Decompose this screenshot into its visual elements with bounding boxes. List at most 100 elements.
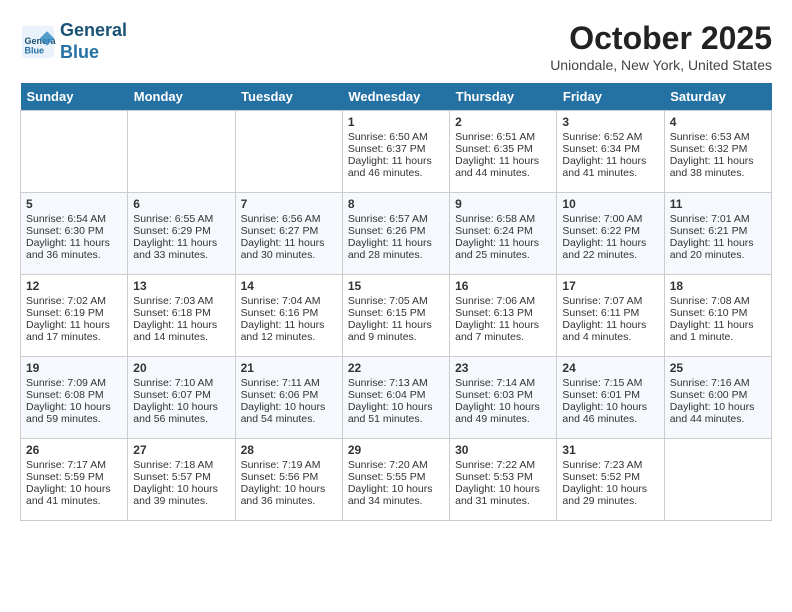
calendar-cell — [235, 111, 342, 193]
calendar-cell: 11 Sunrise: 7:01 AMSunset: 6:21 PMDayligh… — [664, 193, 771, 275]
day-number: 18 — [670, 279, 766, 293]
day-header-sunday: Sunday — [21, 83, 128, 111]
day-info: Sunrise: 7:07 AMSunset: 6:11 PMDaylight:… — [562, 295, 658, 343]
day-number: 29 — [348, 443, 444, 457]
calendar-cell: 15Sunrise: 7:05 AMSunset: 6:15 PMDayligh… — [342, 275, 449, 357]
day-info: Sunrise: 7:14 AMSunset: 6:03 PMDaylight:… — [455, 377, 551, 425]
calendar-cell — [21, 111, 128, 193]
day-number: 16 — [455, 279, 551, 293]
calendar-cell: 27Sunrise: 7:18 AMSunset: 5:57 PMDayligh… — [128, 439, 235, 521]
day-info: Sunrise: 6:55 AMSunset: 6:29 PMDaylight:… — [133, 213, 229, 261]
week-row-2: 5 Sunrise: 6:54 AMSunset: 6:30 PMDaylight… — [21, 193, 772, 275]
day-number: 3 — [562, 115, 658, 129]
day-number: 31 — [562, 443, 658, 457]
calendar-cell: 31 Sunrise: 7:23 AMSunset: 5:52 PMDayligh… — [557, 439, 664, 521]
day-info: Sunrise: 7:19 AMSunset: 5:56 PMDaylight:… — [241, 459, 337, 507]
day-number: 14 — [241, 279, 337, 293]
day-number: 7 — [241, 197, 337, 211]
calendar-cell: 18Sunrise: 7:08 AMSunset: 6:10 PMDayligh… — [664, 275, 771, 357]
day-number: 23 — [455, 361, 551, 375]
calendar-cell: 10 Sunrise: 7:00 AMSunset: 6:22 PMDayligh… — [557, 193, 664, 275]
day-number: 27 — [133, 443, 229, 457]
calendar-cell: 25 Sunrise: 7:16 AMSunset: 6:00 PMDayligh… — [664, 357, 771, 439]
day-number: 19 — [26, 361, 122, 375]
day-info: Sunrise: 6:54 AMSunset: 6:30 PMDaylight:… — [26, 213, 122, 261]
calendar-cell: 5 Sunrise: 6:54 AMSunset: 6:30 PMDaylight… — [21, 193, 128, 275]
day-number: 24 — [562, 361, 658, 375]
week-row-4: 19Sunrise: 7:09 AMSunset: 6:08 PMDayligh… — [21, 357, 772, 439]
calendar-cell: 9 Sunrise: 6:58 AMSunset: 6:24 PMDaylight… — [450, 193, 557, 275]
calendar-cell: 26Sunrise: 7:17 AMSunset: 5:59 PMDayligh… — [21, 439, 128, 521]
week-row-5: 26Sunrise: 7:17 AMSunset: 5:59 PMDayligh… — [21, 439, 772, 521]
calendar-cell — [664, 439, 771, 521]
day-number: 8 — [348, 197, 444, 211]
location: Uniondale, New York, United States — [550, 57, 772, 73]
calendar-cell: 1 Sunrise: 6:50 AMSunset: 6:37 PMDaylight… — [342, 111, 449, 193]
day-info: Sunrise: 6:56 AMSunset: 6:27 PMDaylight:… — [241, 213, 337, 261]
calendar-cell: 8 Sunrise: 6:57 AMSunset: 6:26 PMDaylight… — [342, 193, 449, 275]
day-info: Sunrise: 6:58 AMSunset: 6:24 PMDaylight:… — [455, 213, 551, 261]
calendar-cell: 23 Sunrise: 7:14 AMSunset: 6:03 PMDayligh… — [450, 357, 557, 439]
day-info: Sunrise: 7:04 AMSunset: 6:16 PMDaylight:… — [241, 295, 337, 343]
day-info: Sunrise: 7:10 AMSunset: 6:07 PMDaylight:… — [133, 377, 229, 425]
calendar-cell: 29 Sunrise: 7:20 AMSunset: 5:55 PMDayligh… — [342, 439, 449, 521]
calendar-cell: 30 Sunrise: 7:22 AMSunset: 5:53 PMDayligh… — [450, 439, 557, 521]
day-number: 1 — [348, 115, 444, 129]
day-info: Sunrise: 7:00 AMSunset: 6:22 PMDaylight:… — [562, 213, 658, 261]
day-number: 25 — [670, 361, 766, 375]
logo: General Blue General Blue — [20, 20, 127, 63]
day-info: Sunrise: 7:06 AMSunset: 6:13 PMDaylight:… — [455, 295, 551, 343]
day-info: Sunrise: 6:57 AMSunset: 6:26 PMDaylight:… — [348, 213, 444, 261]
title-area: October 2025 Uniondale, New York, United… — [550, 20, 772, 73]
days-header-row: SundayMondayTuesdayWednesdayThursdayFrid… — [21, 83, 772, 111]
calendar-cell: 13Sunrise: 7:03 AMSunset: 6:18 PMDayligh… — [128, 275, 235, 357]
week-row-1: 1 Sunrise: 6:50 AMSunset: 6:37 PMDaylight… — [21, 111, 772, 193]
week-row-3: 12Sunrise: 7:02 AMSunset: 6:19 PMDayligh… — [21, 275, 772, 357]
day-number: 5 — [26, 197, 122, 211]
day-number: 9 — [455, 197, 551, 211]
day-number: 28 — [241, 443, 337, 457]
calendar-cell — [128, 111, 235, 193]
day-number: 4 — [670, 115, 766, 129]
logo-text-line1: General — [60, 20, 127, 42]
calendar-cell: 21 Sunrise: 7:11 AMSunset: 6:06 PMDayligh… — [235, 357, 342, 439]
calendar-cell: 6Sunrise: 6:55 AMSunset: 6:29 PMDaylight… — [128, 193, 235, 275]
day-header-saturday: Saturday — [664, 83, 771, 111]
calendar-cell: 24 Sunrise: 7:15 AMSunset: 6:01 PMDayligh… — [557, 357, 664, 439]
day-number: 21 — [241, 361, 337, 375]
day-info: Sunrise: 7:11 AMSunset: 6:06 PMDaylight:… — [241, 377, 337, 425]
day-info: Sunrise: 6:53 AMSunset: 6:32 PMDaylight:… — [670, 131, 766, 179]
calendar-cell: 22Sunrise: 7:13 AMSunset: 6:04 PMDayligh… — [342, 357, 449, 439]
calendar-cell: 14 Sunrise: 7:04 AMSunset: 6:16 PMDayligh… — [235, 275, 342, 357]
day-info: Sunrise: 7:16 AMSunset: 6:00 PMDaylight:… — [670, 377, 766, 425]
day-info: Sunrise: 6:52 AMSunset: 6:34 PMDaylight:… — [562, 131, 658, 179]
day-number: 10 — [562, 197, 658, 211]
day-info: Sunrise: 7:01 AMSunset: 6:21 PMDaylight:… — [670, 213, 766, 261]
day-info: Sunrise: 7:20 AMSunset: 5:55 PMDaylight:… — [348, 459, 444, 507]
day-number: 11 — [670, 197, 766, 211]
calendar-cell: 2Sunrise: 6:51 AMSunset: 6:35 PMDaylight… — [450, 111, 557, 193]
day-info: Sunrise: 7:03 AMSunset: 6:18 PMDaylight:… — [133, 295, 229, 343]
day-info: Sunrise: 7:05 AMSunset: 6:15 PMDaylight:… — [348, 295, 444, 343]
svg-text:Blue: Blue — [25, 45, 45, 55]
day-info: Sunrise: 6:50 AMSunset: 6:37 PMDaylight:… — [348, 131, 444, 179]
month-title: October 2025 — [550, 20, 772, 57]
calendar-table: SundayMondayTuesdayWednesdayThursdayFrid… — [20, 83, 772, 521]
calendar-cell: 3 Sunrise: 6:52 AMSunset: 6:34 PMDaylight… — [557, 111, 664, 193]
day-number: 30 — [455, 443, 551, 457]
day-header-tuesday: Tuesday — [235, 83, 342, 111]
calendar-cell: 19Sunrise: 7:09 AMSunset: 6:08 PMDayligh… — [21, 357, 128, 439]
day-header-wednesday: Wednesday — [342, 83, 449, 111]
calendar-cell: 20Sunrise: 7:10 AMSunset: 6:07 PMDayligh… — [128, 357, 235, 439]
day-info: Sunrise: 7:23 AMSunset: 5:52 PMDaylight:… — [562, 459, 658, 507]
day-info: Sunrise: 7:22 AMSunset: 5:53 PMDaylight:… — [455, 459, 551, 507]
day-info: Sunrise: 7:13 AMSunset: 6:04 PMDaylight:… — [348, 377, 444, 425]
day-info: Sunrise: 7:15 AMSunset: 6:01 PMDaylight:… — [562, 377, 658, 425]
calendar-cell: 4 Sunrise: 6:53 AMSunset: 6:32 PMDaylight… — [664, 111, 771, 193]
logo-text-line2: Blue — [60, 42, 127, 64]
day-header-monday: Monday — [128, 83, 235, 111]
page-header: General Blue General Blue October 2025 U… — [20, 20, 772, 73]
calendar-cell: 16 Sunrise: 7:06 AMSunset: 6:13 PMDayligh… — [450, 275, 557, 357]
day-header-thursday: Thursday — [450, 83, 557, 111]
calendar-cell: 28 Sunrise: 7:19 AMSunset: 5:56 PMDayligh… — [235, 439, 342, 521]
